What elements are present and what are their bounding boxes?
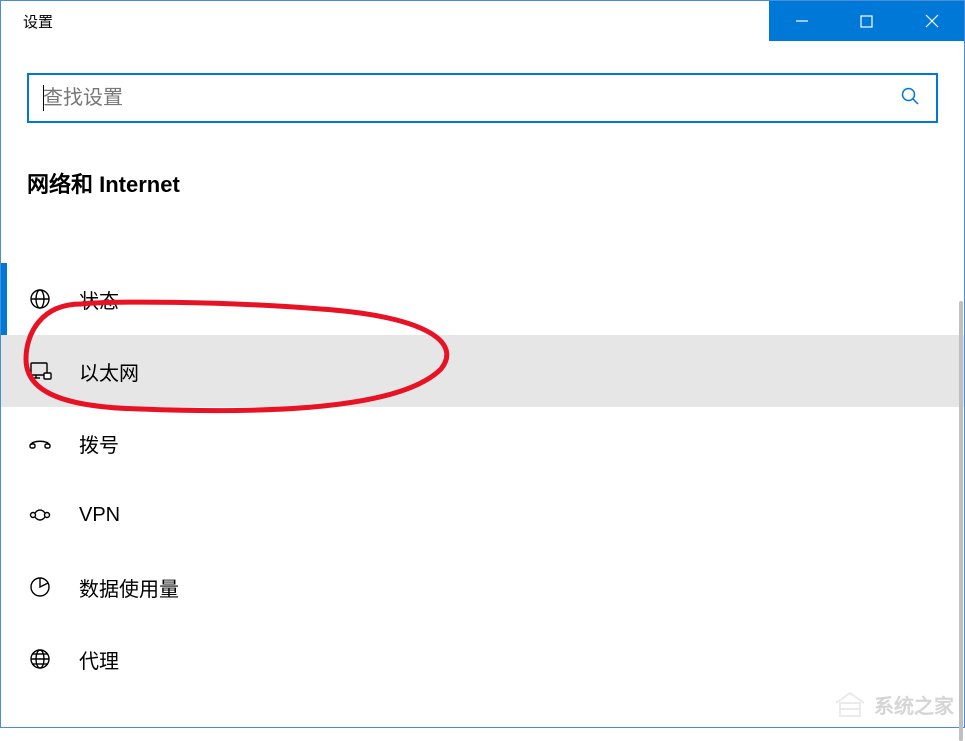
maximize-icon [860,15,873,28]
window-title: 设置 [1,11,53,32]
nav-label: 状态 [79,285,119,314]
data-usage-icon [27,574,53,600]
titlebar: 设置 [1,1,964,41]
nav-item-dialup[interactable]: 拨号 [1,407,964,479]
minimize-button[interactable] [769,1,834,41]
nav-label: VPN [79,504,120,527]
proxy-icon [27,646,53,672]
nav-list: 状态 以太网 [1,263,964,695]
scrollbar[interactable] [956,81,964,727]
nav-label: 代理 [79,645,119,674]
dialup-icon [27,430,53,456]
settings-window: 设置 [0,0,965,728]
nav-label: 数据使用量 [79,573,179,602]
close-button[interactable] [899,1,964,41]
nav-item-status[interactable]: 状态 [1,263,964,335]
status-icon [27,286,53,312]
search-container [1,41,964,123]
nav-label: 以太网 [79,357,139,386]
maximize-button[interactable] [834,1,899,41]
scrollbar-thumb[interactable] [959,301,963,741]
vpn-icon [27,502,53,528]
text-cursor [43,85,44,111]
content-area: 网络和 Internet 状态 [1,41,964,727]
nav-label: 拨号 [79,429,119,458]
search-input[interactable] [43,87,900,110]
window-controls [769,1,964,41]
close-icon [925,14,939,28]
search-icon[interactable] [900,86,920,111]
section-heading: 网络和 Internet [1,123,964,199]
nav-item-vpn[interactable]: VPN [1,479,964,551]
minimize-icon [795,14,809,28]
ethernet-icon [27,358,53,384]
nav-item-data-usage[interactable]: 数据使用量 [1,551,964,623]
nav-item-ethernet[interactable]: 以太网 [1,335,964,407]
search-box[interactable] [27,73,938,123]
nav-item-proxy[interactable]: 代理 [1,623,964,695]
